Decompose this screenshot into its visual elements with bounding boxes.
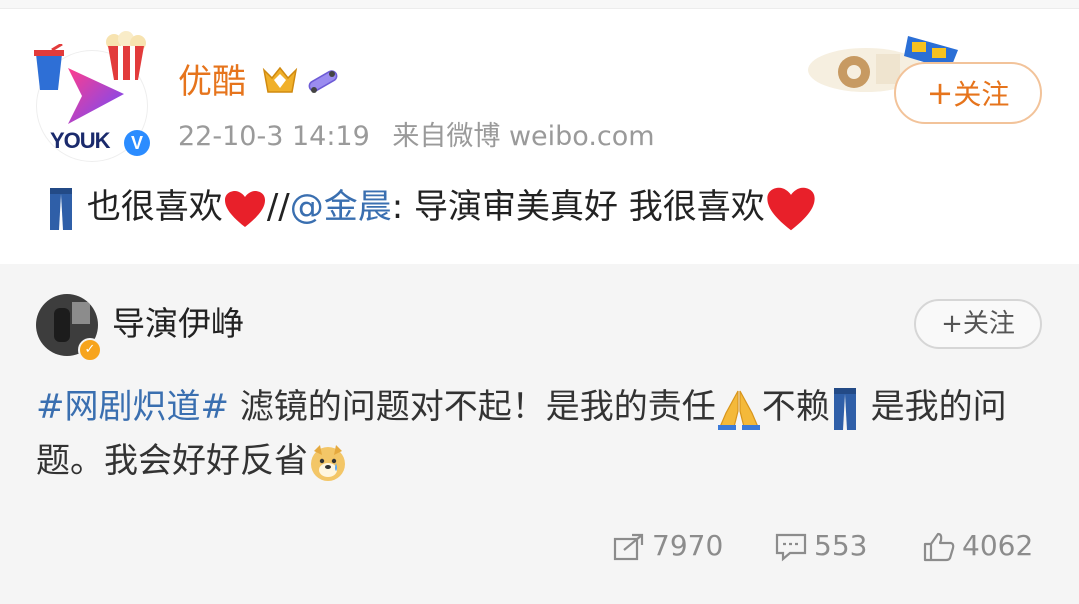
comment-icon	[775, 533, 807, 562]
top-divider	[0, 0, 1079, 9]
post-meta: 22-10-3 14:19 来自微博 weibo.com	[178, 118, 655, 156]
original-post-card[interactable]: ✓ 导演伊峥 +关注 #网剧炽道# 滤镜的问题对不起！是我的责任 不赖 是我的问…	[0, 264, 1079, 604]
repost-separator: //	[266, 187, 290, 227]
plus-icon: +	[926, 74, 954, 112]
skateboard-badge-icon[interactable]	[304, 66, 342, 96]
like-action[interactable]: 4062	[922, 526, 1033, 566]
mention-link[interactable]: @金晨	[290, 187, 392, 227]
post-text: 也很喜欢 //@金晨: 导演审美真好 我很喜欢	[46, 178, 817, 236]
comment-action[interactable]: 553	[774, 526, 867, 566]
share-icon	[613, 533, 644, 561]
plus-icon: +	[941, 309, 963, 339]
post-text-part1: 也很喜欢	[86, 187, 223, 227]
follow-button[interactable]: +关注	[894, 62, 1042, 124]
post-text-part2: : 导演审美真好 我很喜欢	[391, 187, 765, 227]
post-author-name[interactable]: 优酷	[178, 60, 246, 104]
hashtag-link[interactable]: #网剧炽道#	[36, 387, 229, 427]
youku-wordmark: YOUK	[50, 128, 111, 153]
post-time: 22-10-3 14:19	[178, 121, 370, 152]
original-post-text: #网剧炽道# 滤镜的问题对不起！是我的责任 不赖 是我的问题。我会好好反省	[36, 387, 1007, 481]
author-avatar[interactable]: YOUK V	[30, 30, 158, 162]
youku-v-badge: V	[124, 130, 150, 156]
doge-cry-icon	[311, 444, 345, 481]
original-author-name[interactable]: 导演伊峥	[112, 302, 244, 346]
red-heart-icon	[224, 190, 265, 227]
jeans-icon	[50, 187, 72, 230]
pray-icon	[717, 390, 760, 430]
red-heart-icon	[767, 187, 815, 230]
post-source: 来自微博 weibo.com	[392, 121, 655, 152]
jeans-icon	[833, 387, 856, 430]
share-action[interactable]: 7970	[612, 526, 723, 566]
crown-badge-icon[interactable]	[262, 66, 298, 96]
verified-icon: ✓	[78, 338, 102, 362]
youku-play-logo	[68, 68, 124, 124]
follow-button-original[interactable]: +关注	[914, 299, 1042, 349]
like-icon	[923, 532, 955, 562]
